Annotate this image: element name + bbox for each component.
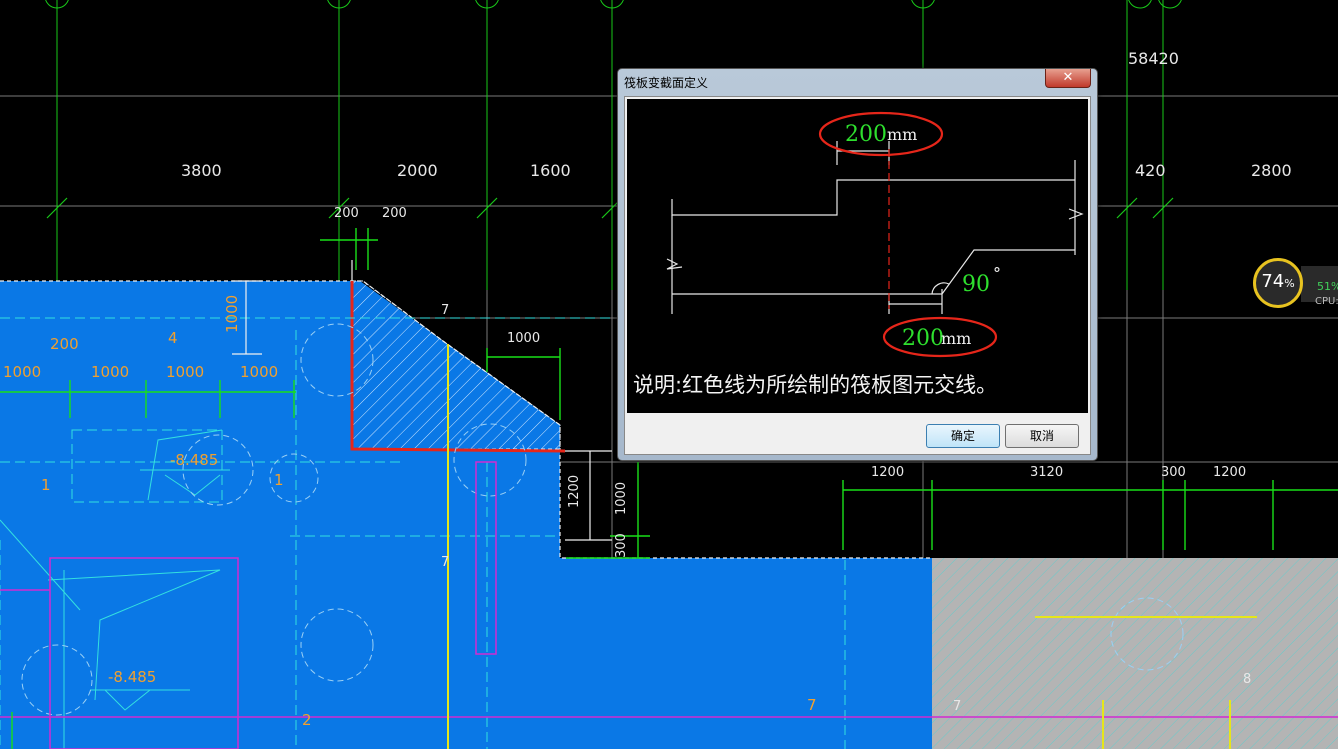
- label-4: 4: [168, 329, 178, 347]
- elevation-label-1: -8.485: [170, 451, 218, 469]
- close-icon[interactable]: ✕: [1045, 69, 1091, 88]
- svg-text:420: 420: [1135, 161, 1166, 180]
- svg-text:1000: 1000: [240, 363, 278, 381]
- dim-small-200-b: 200: [382, 206, 407, 221]
- dim-1000-vertical: 1000: [614, 482, 629, 515]
- variable-section-hatch: [351, 280, 561, 450]
- gray-slab-hatch: [932, 558, 1338, 749]
- cpu-side-panel: 51% CPU:: [1301, 266, 1338, 307]
- angle-unit: °: [993, 264, 1001, 283]
- cpu-label: CPU:: [1315, 296, 1338, 307]
- svg-text:1200: 1200: [871, 465, 904, 480]
- svg-text:1600: 1600: [530, 161, 571, 180]
- label-7-bottom: 7: [807, 696, 817, 714]
- svg-text:3120: 3120: [1030, 465, 1063, 480]
- axis-bubbles: [45, 0, 1182, 9]
- dim-1000-right: 1000: [507, 331, 540, 346]
- cpu-usage-value: 74%: [1261, 271, 1295, 292]
- label-7-gray: 7: [953, 699, 961, 714]
- top-dim-unit: mm: [887, 125, 917, 144]
- label-7-top: 7: [441, 303, 449, 318]
- label-2: 2: [302, 711, 312, 729]
- cancel-button[interactable]: 取消: [1005, 424, 1079, 448]
- svg-text:2000: 2000: [397, 161, 438, 180]
- top-total-dimension: 58420: [1128, 49, 1179, 68]
- top-dim-value: 200: [845, 122, 887, 147]
- angle-value: 90: [962, 272, 990, 297]
- section-diagram: 200 mm 90 ° 200 mm 说明:红色线为所绘制的筏板图元交线。: [627, 99, 1088, 413]
- dim-200-left: 200: [50, 335, 79, 353]
- label-1b: 1: [274, 471, 284, 489]
- dialog-note: 说明:红色线为所绘制的筏板图元交线。: [633, 373, 997, 397]
- svg-text:1000: 1000: [166, 363, 204, 381]
- svg-text:1000: 1000: [3, 363, 41, 381]
- svg-text:1000: 1000: [91, 363, 129, 381]
- dim-right-row: 1200 3120 300 1200: [871, 465, 1246, 480]
- dialog-title: 筏板变截面定义: [624, 76, 709, 90]
- svg-text:300: 300: [1161, 465, 1186, 480]
- cpu-monitor-widget[interactable]: 51% CPU: 74%: [1253, 258, 1338, 314]
- label-8: 8: [1243, 672, 1251, 687]
- raft-section-dialog[interactable]: 筏板变截面定义 ✕ 200 mm 90 ° 200 mm 说明:红色线为所绘制的…: [617, 68, 1098, 461]
- dialog-body: 200 mm 90 ° 200 mm 说明:红色线为所绘制的筏板图元交线。 确定…: [624, 96, 1091, 455]
- ok-button[interactable]: 确定: [926, 424, 1000, 448]
- bottom-dim-value: 200: [902, 326, 944, 351]
- dim-small-200-a: 200: [334, 206, 359, 221]
- label-7-mid: 7: [441, 555, 449, 570]
- svg-text:3800: 3800: [181, 161, 222, 180]
- dim-vertical-1000-left: 1000: [223, 295, 241, 333]
- cpu-secondary-percent: 51%: [1317, 280, 1338, 293]
- bottom-dim-unit: mm: [941, 329, 971, 348]
- svg-text:2800: 2800: [1251, 161, 1292, 180]
- dim-300-vertical: 300: [614, 533, 629, 558]
- dim-1200-vertical: 1200: [567, 475, 582, 508]
- svg-text:1200: 1200: [1213, 465, 1246, 480]
- elevation-label-2: -8.485: [108, 668, 156, 686]
- label-1a: 1: [41, 476, 51, 494]
- section-outline: [666, 141, 1084, 314]
